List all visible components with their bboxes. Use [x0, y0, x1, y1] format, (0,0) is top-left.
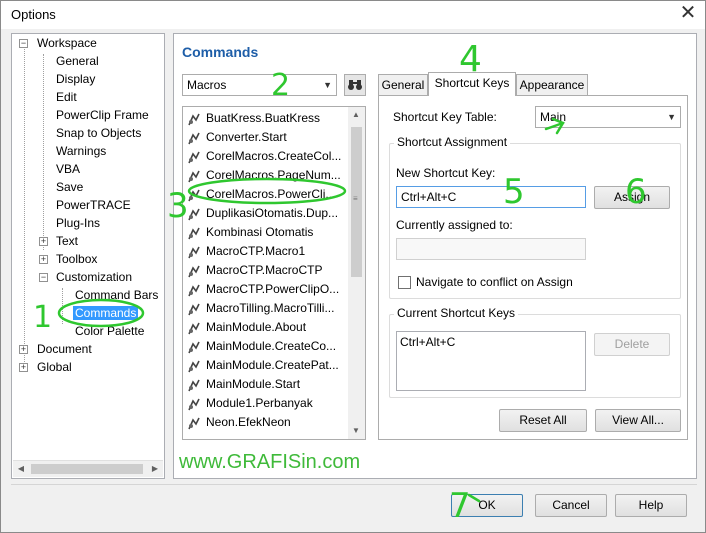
tab-label: Shortcut Keys: [434, 76, 510, 90]
annotation-number: 5: [503, 172, 525, 212]
annotation-number: 6: [625, 172, 647, 212]
tab-shortcut-keys[interactable]: Shortcut Keys: [428, 72, 516, 96]
annotation-number: 3: [167, 186, 189, 226]
annotation-number: 2: [271, 68, 290, 103]
annotation-number: 7: [449, 486, 471, 526]
options-dialog: Options ✕ − Workspace General Display Ed…: [0, 0, 706, 533]
annotation-overlay: 1 2 3 4 5 6 7: [33, 39, 647, 526]
annotation-circle-command-item: [187, 177, 347, 205]
annotation-number: 1: [33, 300, 52, 335]
annotation-circle-commands: [57, 298, 145, 328]
